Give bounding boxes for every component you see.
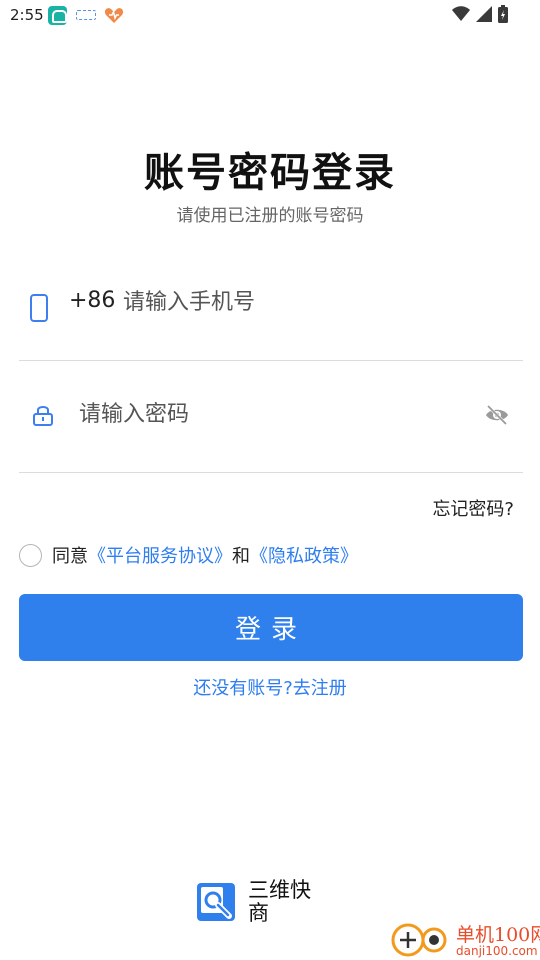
eye-off-icon[interactable] [485,404,509,426]
status-time: 2:55 [10,6,44,24]
password-input[interactable] [79,396,459,432]
country-code[interactable]: +86 [69,288,115,313]
wifi-icon [452,6,470,26]
terms-link[interactable]: 《平台服务协议》 [88,542,232,568]
watermark: 单机100网 danji100.com [390,918,540,960]
login-button[interactable]: 登录 [19,594,523,661]
divider [19,472,523,473]
password-field [19,384,523,444]
battery-charging-icon [498,5,508,27]
status-bar: 2:55 [0,0,540,32]
watermark-url: danji100.com [456,944,538,958]
divider [19,360,523,361]
agreement-conjunction: 和 [232,546,250,567]
watermark-logo-icon [390,918,452,960]
brand: 三维快商 [197,878,337,928]
register-link[interactable]: 还没有账号?去注册 [0,674,540,700]
agreement-row: 同意 《平台服务协议》 和 《隐私政策》 [19,542,358,568]
app-notification-icon [48,6,67,25]
agreement-prefix: 同意 [52,546,88,567]
signal-icon [476,6,492,26]
page-title: 账号密码登录 [144,150,396,196]
search-doc-logo-icon [197,883,235,921]
page-subtitle: 请使用已注册的账号密码 [176,206,364,226]
forgot-password-link[interactable]: 忘记密码? [432,495,514,521]
phone-icon [30,294,48,322]
glasses-icon [76,10,96,20]
lock-icon [33,404,53,426]
phone-input[interactable] [123,284,503,320]
phone-field: +86 [19,272,523,332]
brand-name: 三维快商 [248,878,311,925]
privacy-link[interactable]: 《隐私政策》 [250,542,358,568]
watermark-name: 单机100网 [456,924,540,946]
system-icons [452,5,508,27]
heart-icon [104,6,124,24]
agreement-checkbox[interactable] [19,543,42,567]
